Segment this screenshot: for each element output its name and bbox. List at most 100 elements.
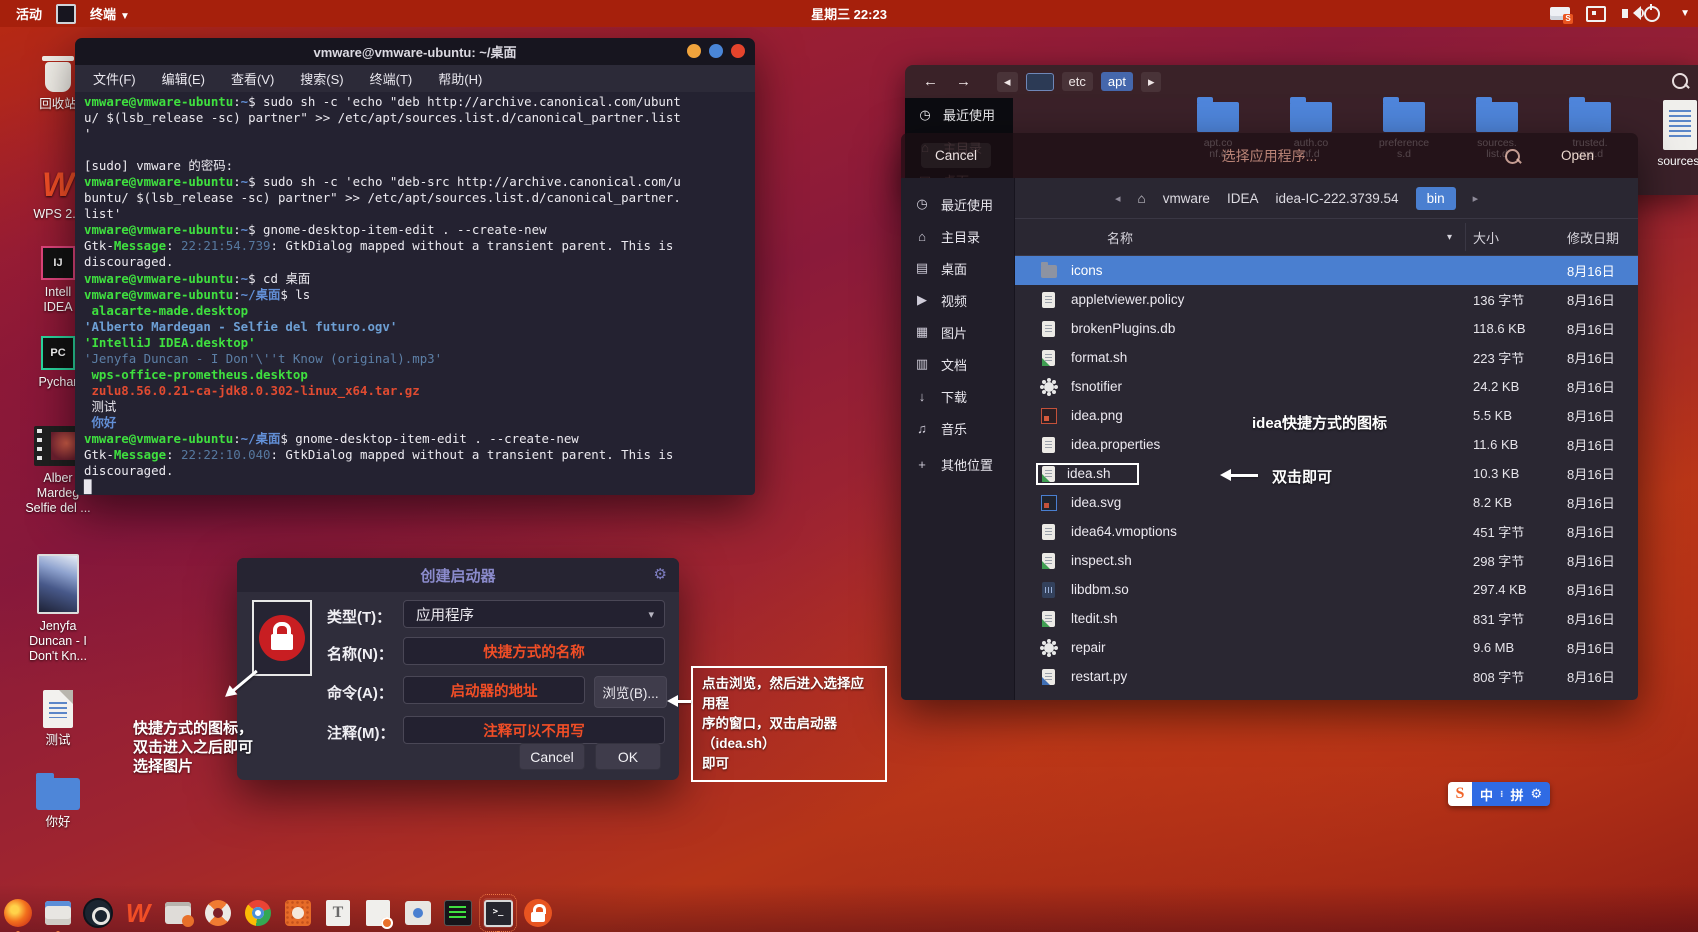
command-input[interactable]: 启动器的地址 [403,676,585,704]
window-button-1[interactable] [687,44,701,58]
window-button-2[interactable] [709,44,723,58]
forward-icon[interactable]: → [956,73,971,90]
desktop-icon-nihao-folder[interactable]: 你好 [14,778,102,830]
dock-settings[interactable] [403,898,433,928]
type-dropdown[interactable]: 应用程序 ▾ [403,600,665,628]
file-row-brokenPlugins.db[interactable]: brokenPlugins.db118.6 KB8月16日 [1015,314,1638,343]
breadcrumb-etc[interactable]: etc [1062,72,1093,91]
menu-搜索S[interactable]: 搜索(S) [300,69,343,88]
dock-terminal-green[interactable] [443,898,473,928]
dock-rhythmbox[interactable] [83,898,113,928]
file-row-repair[interactable]: repair9.6 MB8月16日 [1015,633,1638,662]
folder-icon [1197,102,1239,132]
wps-icon: W [36,168,80,202]
dock-files[interactable] [43,898,73,928]
dialog-title: 创建启动器 [420,565,495,586]
dock-chromium[interactable] [243,898,273,928]
icon-label: Selfie del ... [14,501,102,516]
cancel-button[interactable]: Cancel [519,743,585,770]
ok-button[interactable]: OK [595,743,661,770]
sidebar-item-音乐[interactable]: ♫音乐 [901,412,1014,444]
dock-lock[interactable] [523,898,553,928]
breadcrumb-vmware[interactable]: vmware [1163,191,1210,206]
sidebar-item-主目录[interactable]: ⌂主目录 [901,220,1014,252]
power-icon[interactable] [1644,6,1660,22]
gear-icon[interactable]: ⚙ [654,565,667,583]
name-input[interactable]: 快捷方式的名称 [403,637,665,665]
menu-帮助H[interactable]: 帮助(H) [438,69,482,88]
menu-查看V[interactable]: 查看(V) [231,69,274,88]
file-date: 8月16日 [1567,638,1638,657]
network-icon[interactable] [1586,6,1606,22]
trash-icon [45,62,71,92]
file-name: format.sh [1071,350,1461,365]
sidebar-item-视频[interactable]: ▶视频 [901,284,1014,316]
file-row-idea.properties[interactable]: idea.properties11.6 KB8月16日 [1015,430,1638,459]
desktop-icon-ceshi-doc[interactable]: 测试 [14,690,102,748]
dock-store[interactable] [283,898,313,928]
volume-icon[interactable] [1622,9,1628,18]
sidebar-item-下载[interactable]: ↓下载 [901,380,1014,412]
file-row-format.sh[interactable]: format.sh223 字节8月16日 [1015,343,1638,372]
drive-icon[interactable] [1026,73,1054,91]
sidebar-item-最近使用[interactable]: ◷最近使用 [901,188,1014,220]
column-size[interactable]: 大小 [1473,228,1499,247]
dock-help[interactable] [203,898,233,928]
menu-终端T[interactable]: 终端(T) [370,69,413,88]
file-row-idea.svg[interactable]: idea.svg8.2 KB8月16日 [1015,488,1638,517]
chevron-down-icon[interactable]: ▼ [1680,8,1690,19]
home-icon[interactable]: ⌂ [1138,191,1146,206]
file-sources-list[interactable]: sources. [1657,100,1698,168]
desktop-icon-jenyfa-image[interactable]: JenyfaDuncan - IDon't Kn... [14,554,102,664]
breadcrumb-forward-icon[interactable]: ▸ [1473,192,1479,205]
file-row-ltedit.sh[interactable]: ltedit.sh831 字节8月16日 [1015,604,1638,633]
breadcrumb-apt[interactable]: apt [1101,72,1133,91]
open-button[interactable]: Open [1553,144,1602,167]
breadcrumb-IDEA[interactable]: IDEA [1227,191,1259,206]
dock-writer[interactable] [363,898,393,928]
browse-button[interactable]: 浏览(B)... [594,676,667,708]
file-row-fsnotifier[interactable]: fsnotifier24.2 KB8月16日 [1015,372,1638,401]
file-row-icons[interactable]: icons8月16日 [1015,256,1638,285]
arrow-to-browse-button [672,700,691,703]
sidebar-icon: ◷ [917,107,933,123]
breadcrumb-idea-IC-222.3739.54[interactable]: idea-IC-222.3739.54 [1275,191,1398,206]
breadcrumb-bin[interactable]: bin [1416,187,1456,210]
breadcrumb-forward-icon[interactable]: ▸ [1141,72,1162,92]
terminal-titlebar[interactable]: vmware@vmware-ubuntu: ~/桌面 [75,38,755,65]
search-icon[interactable] [1505,149,1520,164]
menu-文件F[interactable]: 文件(F) [93,69,136,88]
search-icon[interactable] [1672,73,1688,89]
breadcrumb: ◂ etc apt ▸ [997,72,1161,92]
dock-terminal[interactable]: >_ [483,898,513,928]
column-date[interactable]: 修改日期 [1567,228,1619,247]
menu-编辑E[interactable]: 编辑(E) [162,69,205,88]
dock-wps[interactable]: W [123,898,153,928]
file-row-appletviewer.policy[interactable]: appletviewer.policy136 字节8月16日 [1015,285,1638,314]
sidebar-item-最近使用[interactable]: ◷最近使用 [905,98,1013,131]
file-row-restart.py[interactable]: restart.py808 字节8月16日 [1015,662,1638,691]
file-row-idea64.vmoptions[interactable]: idea64.vmoptions451 字节8月16日 [1015,517,1638,546]
breadcrumb-back-icon[interactable]: ◂ [1115,192,1121,205]
sidebar-item-桌面[interactable]: ▤桌面 [901,252,1014,284]
dock-software[interactable] [163,898,193,928]
column-name[interactable]: 名称 [1107,228,1133,247]
sidebar-item-图片[interactable]: ▦图片 [901,316,1014,348]
file-size: 831 字节 [1473,609,1555,628]
back-icon[interactable]: ← [923,73,938,90]
comment-input[interactable]: 注释可以不用写 [403,716,665,744]
input-method-icon[interactable] [1550,7,1570,20]
terminal-output[interactable]: vmware@vmware-ubuntu:~$ sudo sh -c 'echo… [75,92,755,495]
launcher-icon-button[interactable] [252,600,312,676]
dock-editor[interactable]: T [323,898,353,928]
file-row-libdbm.so[interactable]: libdbm.so297.4 KB8月16日 [1015,575,1638,604]
file-row-inspect.sh[interactable]: inspect.sh298 字节8月16日 [1015,546,1638,575]
dock-firefox[interactable] [3,898,33,928]
clock[interactable]: 星期三 22:23 [0,4,1698,23]
window-close-button[interactable] [731,44,745,58]
breadcrumb-back-icon[interactable]: ◂ [997,72,1018,92]
sidebar-item-文档[interactable]: ▥文档 [901,348,1014,380]
video-icon: ▶ [914,292,930,308]
ime-indicator[interactable]: S 中 ⁝ 拼 ⚙ [1448,782,1550,806]
sidebar-item-其他位置[interactable]: +其他位置 [901,448,1014,480]
